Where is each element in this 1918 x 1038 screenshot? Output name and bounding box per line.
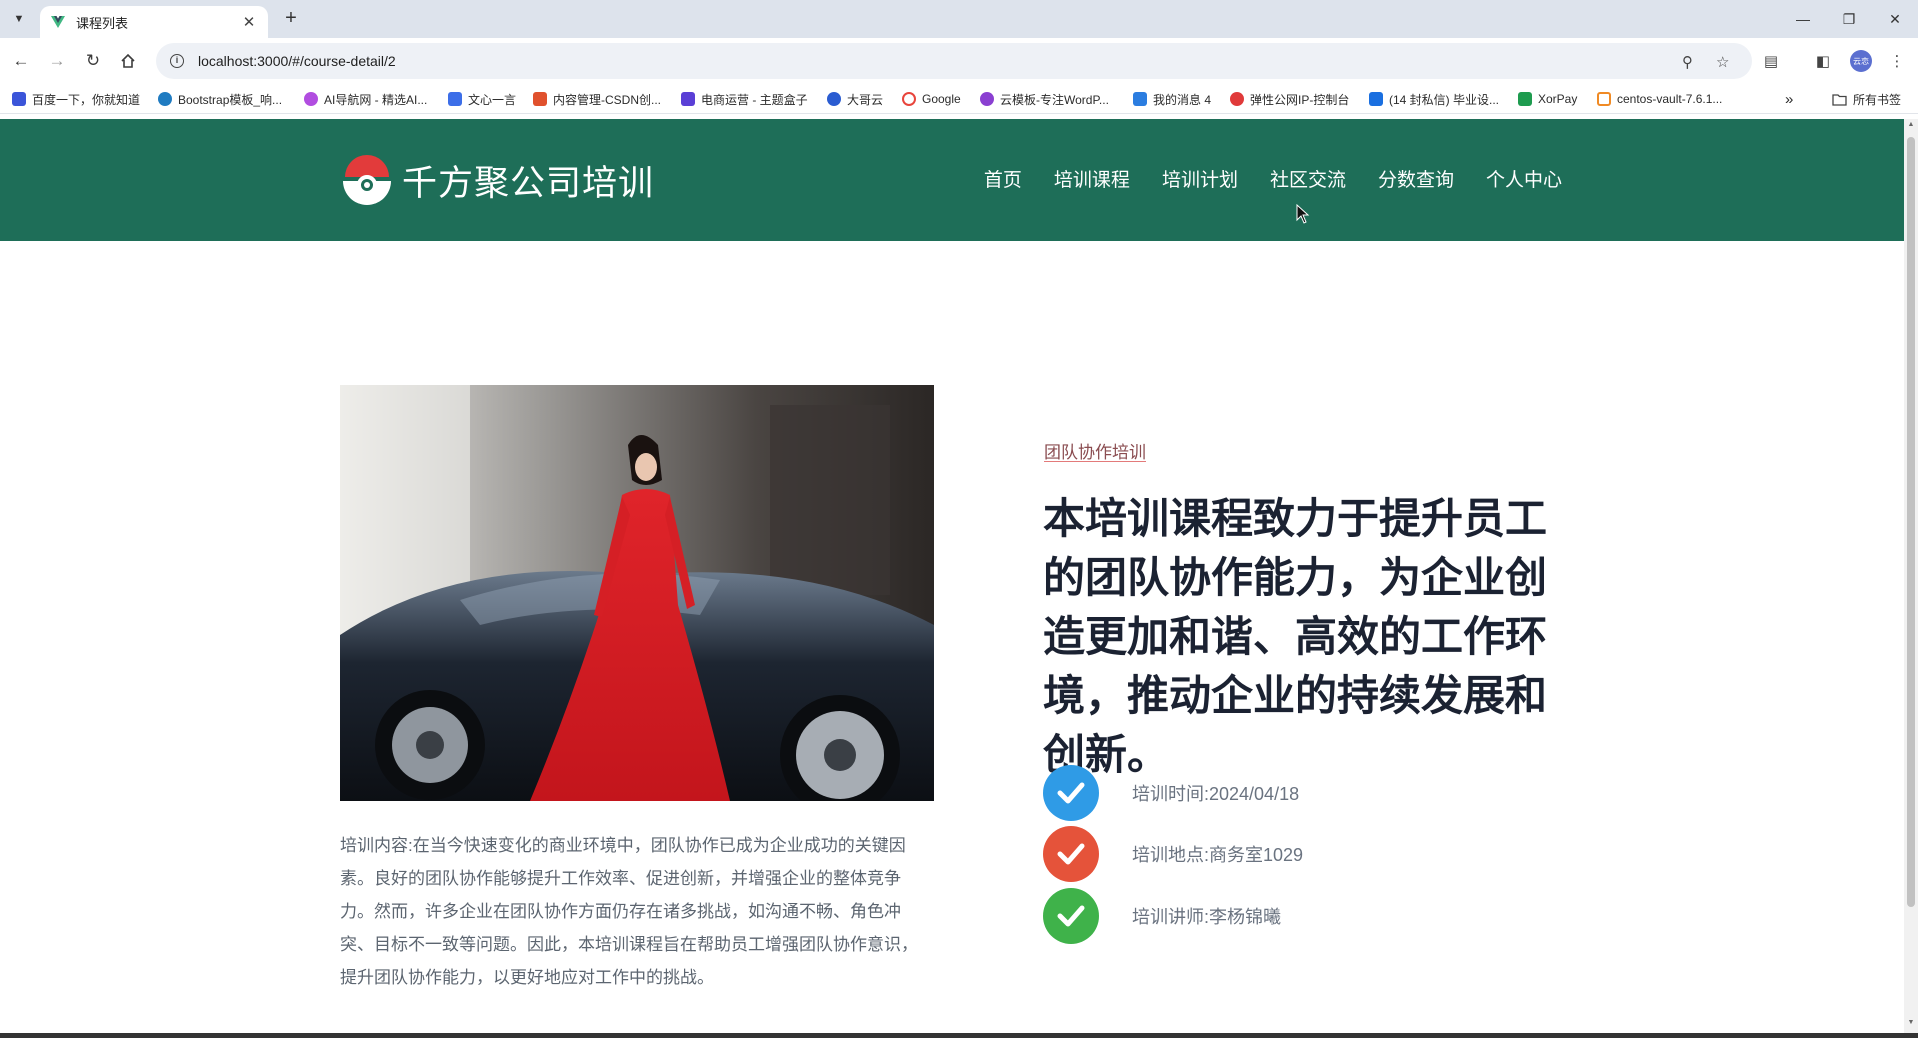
- reload-icon[interactable]: ↻: [80, 48, 106, 74]
- bookmark-favicon-icon: [1369, 92, 1383, 106]
- info-row-time: 培训时间:2024/04/18: [1043, 765, 1299, 821]
- vue-favicon-icon: [51, 16, 65, 28]
- more-bookmarks-icon[interactable]: »: [1785, 90, 1793, 108]
- info-row-location: 培训地点:商务室1029: [1043, 826, 1303, 882]
- site-logo[interactable]: 千方聚公司培训: [340, 151, 654, 209]
- bookmark-item[interactable]: 内容管理-CSDN创...: [533, 90, 661, 108]
- bookmark-item[interactable]: 弹性公网IP-控制台: [1230, 90, 1349, 108]
- back-icon[interactable]: ←: [8, 48, 34, 74]
- bookmark-item[interactable]: Google: [902, 90, 961, 108]
- page-viewport: 千方聚公司培训 首页 培训课程 培训计划 社区交流 分数查询 个人中心 培训内容…: [0, 119, 1904, 1033]
- bookmark-favicon-icon: [304, 92, 318, 106]
- scroll-thumb[interactable]: [1907, 137, 1915, 907]
- logo-text: 千方聚公司培训: [402, 163, 655, 203]
- scroll-down-icon[interactable]: ▼: [1907, 1019, 1915, 1026]
- profile-avatar[interactable]: 云恋: [1850, 50, 1872, 72]
- new-tab-icon[interactable]: +: [280, 8, 302, 30]
- site-info-icon[interactable]: i: [170, 54, 184, 68]
- logo-mark-icon: [343, 155, 391, 205]
- bookmark-item[interactable]: (14 封私信) 毕业设...: [1369, 90, 1499, 108]
- course-description: 培训内容:在当今快速变化的商业环境中，团队协作已成为企业成功的关键因素。良好的团…: [340, 836, 918, 987]
- nav-plans[interactable]: 培训计划: [1162, 165, 1238, 192]
- site-header: 千方聚公司培训 首页 培训课程 培训计划 社区交流 分数查询 个人中心: [0, 119, 1904, 241]
- bookmark-item[interactable]: 大哥云: [827, 90, 883, 108]
- bookmark-favicon-icon: [1230, 92, 1244, 106]
- bookmark-item[interactable]: 云模板-专注WordP...: [980, 90, 1109, 108]
- zoom-icon[interactable]: ⚲: [1682, 53, 1693, 71]
- nav-home[interactable]: 首页: [984, 165, 1022, 192]
- bookmark-item[interactable]: Bootstrap模板_响...: [158, 90, 282, 108]
- minimize-icon[interactable]: —: [1780, 0, 1826, 38]
- training-instructor: 培训讲师:李杨锦曦: [1132, 907, 1282, 927]
- nav-profile[interactable]: 个人中心: [1486, 165, 1562, 192]
- tab-close-icon[interactable]: ✕: [240, 13, 258, 31]
- window-bottom-edge: [0, 1033, 1918, 1038]
- bookmark-favicon-icon: [12, 92, 26, 106]
- bookmark-favicon-icon: [533, 92, 547, 106]
- bookmark-favicon-icon: [681, 92, 695, 106]
- bookmark-favicon-icon: [1133, 92, 1147, 106]
- course-category-tag[interactable]: 团队协作培训: [1044, 438, 1146, 463]
- extensions-icon[interactable]: ▤: [1758, 48, 1784, 74]
- bookmark-item[interactable]: AI导航网 - 精选AI...: [304, 90, 427, 108]
- check-icon: [1043, 765, 1099, 821]
- nav-community[interactable]: 社区交流: [1270, 165, 1346, 192]
- scroll-up-icon[interactable]: ▲: [1907, 121, 1915, 128]
- side-panel-icon[interactable]: ◧: [1810, 48, 1836, 74]
- bookmark-item[interactable]: centos-vault-7.6.1...: [1597, 90, 1722, 108]
- bookmark-star-icon[interactable]: ☆: [1716, 53, 1729, 71]
- all-bookmarks-folder[interactable]: 所有书签: [1832, 90, 1901, 108]
- bookmark-favicon-icon: [1597, 92, 1611, 106]
- bookmark-favicon-icon: [827, 92, 841, 106]
- check-icon: [1043, 888, 1099, 944]
- browser-tab-strip: ▼ 课程列表 ✕ + — ❐ ✕: [0, 0, 1918, 38]
- course-image: [340, 385, 934, 801]
- mouse-cursor-icon: [1296, 204, 1310, 224]
- page-scrollbar[interactable]: ▲ ▼: [1904, 119, 1918, 1033]
- tab-search-chevron-icon[interactable]: ▼: [8, 8, 30, 30]
- bookmark-item[interactable]: 百度一下，你就知道: [12, 90, 140, 108]
- course-headline: 本培训课程致力于提升员工的团队协作能力，为企业创造更加和谐、高效的工作环境，推动…: [1043, 495, 1548, 778]
- tab-title: 课程列表: [76, 15, 129, 31]
- url-text[interactable]: localhost:3000/#/course-detail/2: [198, 53, 396, 69]
- browser-tab-active[interactable]: 课程列表 ✕: [40, 6, 268, 38]
- browser-toolbar: ← → ↻ i localhost:3000/#/course-detail/2…: [0, 38, 1918, 84]
- info-row-instructor: 培训讲师:李杨锦曦: [1043, 888, 1281, 944]
- home-icon[interactable]: [115, 48, 141, 74]
- check-icon: [1043, 826, 1099, 882]
- bookmark-item[interactable]: XorPay: [1518, 90, 1577, 108]
- address-bar[interactable]: i localhost:3000/#/course-detail/2 ⚲ ☆: [156, 43, 1752, 79]
- bookmark-item[interactable]: 电商运营 - 主题盒子: [681, 90, 808, 108]
- nav-courses[interactable]: 培训课程: [1054, 165, 1130, 192]
- forward-icon[interactable]: →: [44, 48, 70, 74]
- training-location: 培训地点:商务室1029: [1132, 845, 1304, 865]
- bookmark-favicon-icon: [902, 92, 916, 106]
- folder-icon: [1832, 93, 1847, 106]
- browser-menu-icon[interactable]: ⋮: [1884, 48, 1910, 74]
- bookmarks-bar: 百度一下，你就知道 Bootstrap模板_响... AI导航网 - 精选AI.…: [0, 84, 1918, 114]
- bookmark-item[interactable]: 我的消息 4: [1133, 90, 1211, 108]
- training-time: 培训时间:2024/04/18: [1132, 784, 1300, 804]
- restore-icon[interactable]: ❐: [1826, 0, 1872, 38]
- main-nav: 首页 培训课程 培训计划 社区交流 分数查询 个人中心: [952, 165, 1562, 192]
- nav-scores[interactable]: 分数查询: [1378, 165, 1454, 192]
- bookmark-item[interactable]: 文心一言: [448, 90, 516, 108]
- window-close-icon[interactable]: ✕: [1872, 0, 1918, 38]
- bookmark-favicon-icon: [980, 92, 994, 106]
- bookmark-favicon-icon: [158, 92, 172, 106]
- bookmark-favicon-icon: [448, 92, 462, 106]
- bookmark-favicon-icon: [1518, 92, 1532, 106]
